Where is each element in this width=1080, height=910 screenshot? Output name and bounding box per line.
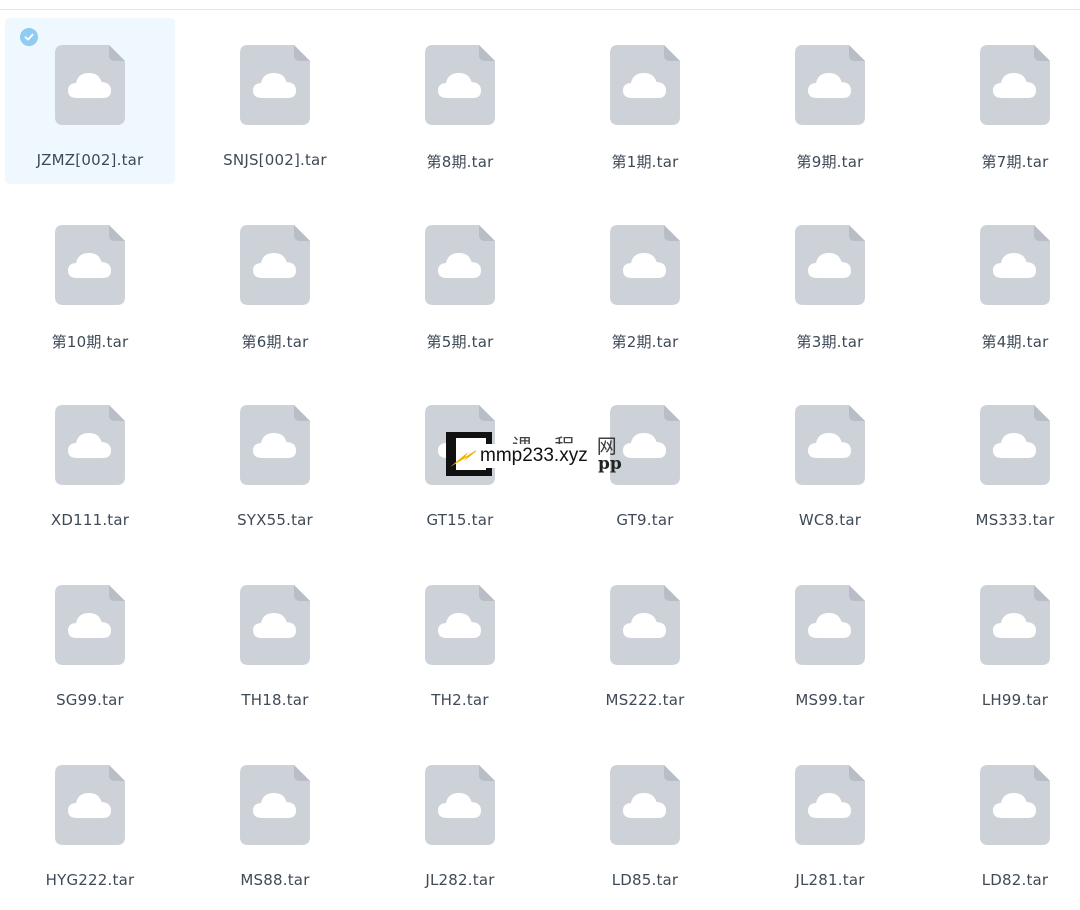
file-name: TH2.tar (431, 691, 489, 709)
cloud-file-icon (795, 585, 865, 665)
file-item[interactable]: HYG222.tar (5, 738, 175, 904)
cloud-file-icon (610, 585, 680, 665)
file-name: LH99.tar (981, 691, 1049, 709)
file-item[interactable]: 第4期.tar (930, 198, 1080, 364)
file-name: MS88.tar (240, 871, 310, 889)
file-item[interactable]: SG99.tar (5, 558, 175, 724)
file-item[interactable]: 第5期.tar (375, 198, 545, 364)
cloud-file-icon (980, 45, 1050, 125)
file-name: SYX55.tar (237, 511, 313, 529)
file-item[interactable]: 第7期.tar (930, 18, 1080, 184)
cloud-file-icon (240, 585, 310, 665)
file-item[interactable]: JL281.tar (745, 738, 915, 904)
file-item[interactable]: MS99.tar (745, 558, 915, 724)
cloud-file-icon (610, 225, 680, 305)
file-name: 第2期.tar (611, 333, 679, 351)
file-name: HYG222.tar (45, 871, 135, 889)
file-name: GT15.tar (426, 511, 494, 529)
file-item[interactable]: JZMZ[002].tar (5, 18, 175, 184)
cloud-file-icon (795, 225, 865, 305)
file-name: LD82.tar (981, 871, 1049, 889)
file-name: MS333.tar (975, 511, 1055, 529)
file-item[interactable]: LD85.tar (560, 738, 730, 904)
cloud-file-icon (980, 585, 1050, 665)
file-name: SG99.tar (56, 691, 124, 709)
file-name: 第8期.tar (426, 153, 494, 171)
file-item[interactable]: SNJS[002].tar (190, 18, 360, 184)
cloud-file-icon (795, 45, 865, 125)
file-name: 第9期.tar (796, 153, 864, 171)
file-item[interactable]: 第10期.tar (5, 198, 175, 364)
cloud-file-icon (795, 405, 865, 485)
cloud-file-icon (240, 765, 310, 845)
file-name: 第7期.tar (981, 153, 1049, 171)
cloud-file-icon (980, 765, 1050, 845)
cloud-file-icon (425, 225, 495, 305)
cloud-file-icon (425, 405, 495, 485)
cloud-file-icon (425, 45, 495, 125)
file-item[interactable]: MS222.tar (560, 558, 730, 724)
file-item[interactable]: JL282.tar (375, 738, 545, 904)
file-name: 第10期.tar (51, 333, 129, 351)
file-name: JZMZ[002].tar (36, 151, 144, 169)
file-name: 第5期.tar (426, 333, 494, 351)
file-name: 第4期.tar (981, 333, 1049, 351)
cloud-file-icon (55, 45, 125, 125)
file-item[interactable]: 第3期.tar (745, 198, 915, 364)
file-grid: JZMZ[002].tar SNJS[002].tar 第8期.tar 第1期.tar… (0, 0, 1080, 910)
file-item[interactable]: XD111.tar (5, 378, 175, 544)
check-circle-icon[interactable] (20, 28, 38, 46)
cloud-file-icon (55, 225, 125, 305)
file-item[interactable]: LD82.tar (930, 738, 1080, 904)
file-item[interactable]: TH2.tar (375, 558, 545, 724)
file-item[interactable]: GT15.tar (375, 378, 545, 544)
file-name: XD111.tar (50, 511, 130, 529)
cloud-file-icon (610, 765, 680, 845)
file-item[interactable]: MS88.tar (190, 738, 360, 904)
file-name: MS99.tar (795, 691, 865, 709)
cloud-file-icon (610, 45, 680, 125)
cloud-file-icon (610, 405, 680, 485)
file-item[interactable]: 第1期.tar (560, 18, 730, 184)
cloud-file-icon (55, 585, 125, 665)
file-item[interactable]: SYX55.tar (190, 378, 360, 544)
file-name: WC8.tar (798, 511, 862, 529)
file-item[interactable]: WC8.tar (745, 378, 915, 544)
file-name: LD85.tar (611, 871, 679, 889)
file-name: JL282.tar (425, 871, 495, 889)
cloud-file-icon (795, 765, 865, 845)
file-name: GT9.tar (616, 511, 674, 529)
file-item[interactable]: GT9.tar (560, 378, 730, 544)
file-name: SNJS[002].tar (223, 151, 327, 169)
cloud-file-icon (55, 405, 125, 485)
cloud-file-icon (55, 765, 125, 845)
file-name: 第6期.tar (241, 333, 309, 351)
cloud-file-icon (240, 45, 310, 125)
cloud-file-icon (240, 225, 310, 305)
cloud-file-icon (980, 405, 1050, 485)
file-name: TH18.tar (241, 691, 309, 709)
file-item[interactable]: MS333.tar (930, 378, 1080, 544)
cloud-file-icon (980, 225, 1050, 305)
file-name: JL281.tar (795, 871, 865, 889)
file-item[interactable]: 第8期.tar (375, 18, 545, 184)
file-item[interactable]: 第9期.tar (745, 18, 915, 184)
cloud-file-icon (240, 405, 310, 485)
file-item[interactable]: LH99.tar (930, 558, 1080, 724)
file-name: 第1期.tar (611, 153, 679, 171)
file-name: MS222.tar (605, 691, 685, 709)
file-item[interactable]: TH18.tar (190, 558, 360, 724)
cloud-file-icon (425, 585, 495, 665)
cloud-file-icon (425, 765, 495, 845)
file-item[interactable]: 第6期.tar (190, 198, 360, 364)
file-item[interactable]: 第2期.tar (560, 198, 730, 364)
file-name: 第3期.tar (796, 333, 864, 351)
